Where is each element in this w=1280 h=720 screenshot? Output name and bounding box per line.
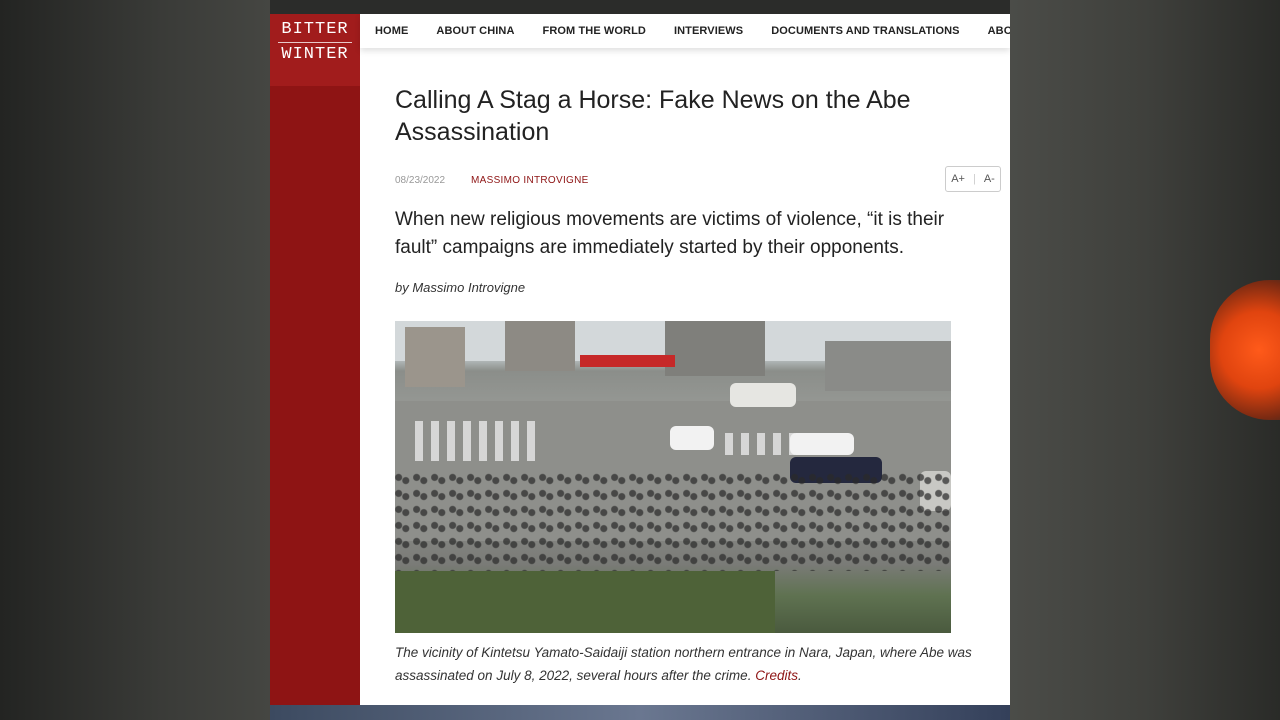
article-byline: by Massimo Introvigne [395,280,526,295]
photo-caption: The vicinity of Kintetsu Yamato-Saidaiji… [395,641,985,687]
photo-building [505,321,575,371]
caption-credits-link[interactable]: Credits [755,668,798,683]
background-bottom [270,705,1010,720]
article-content: Calling A Stag a Horse: Fake News on the… [395,84,1005,687]
nav-home[interactable]: HOME [375,25,408,37]
photo-crosswalk [415,421,535,461]
photo-hedge [395,571,775,633]
photo-crowd [395,471,951,571]
photo-building [825,341,951,391]
nav-about-china[interactable]: ABOUT CHINA [436,25,514,37]
nav-from-the-world[interactable]: FROM THE WORLD [543,25,646,37]
photo-building [405,327,465,387]
photo-car [790,433,854,455]
main-nav: HOME ABOUT CHINA FROM THE WORLD INTERVIE… [360,14,1010,48]
logo-line-1: BITTER [278,14,352,43]
photo-car [670,426,714,450]
font-size-control: A+ | A- [945,166,1001,192]
article-photo [395,321,951,633]
photo-building [665,321,765,376]
photo-car [730,383,796,407]
font-decrease-button[interactable]: A- [984,173,995,185]
site-logo[interactable]: BITTER WINTER [270,14,360,86]
font-size-separator: | [972,173,976,185]
article-meta: 08/23/2022 MASSIMO INTROVIGNE A+ | A- [395,166,1005,194]
red-sidebar [270,14,360,705]
caption-text: The vicinity of Kintetsu Yamato-Saidaiji… [395,645,972,683]
article-title: Calling A Stag a Horse: Fake News on the… [395,86,911,146]
background-left [0,0,270,720]
logo-line-2: WINTER [281,45,349,64]
article-author-link[interactable]: MASSIMO INTROVIGNE [471,175,589,186]
nav-about[interactable]: ABOUT [988,25,1010,37]
article-date: 08/23/2022 [395,175,446,186]
font-increase-button[interactable]: A+ [951,173,965,185]
nav-interviews[interactable]: INTERVIEWS [674,25,743,37]
photo-crosswalk [725,433,795,455]
caption-end: . [797,668,802,683]
nav-documents-translations[interactable]: DOCUMENTS AND TRANSLATIONS [771,25,959,37]
photo-store-sign [580,355,675,367]
website-page: BITTER WINTER HOME ABOUT CHINA FROM THE … [270,14,1010,705]
article-lead: When new religious movements are victims… [395,209,945,258]
